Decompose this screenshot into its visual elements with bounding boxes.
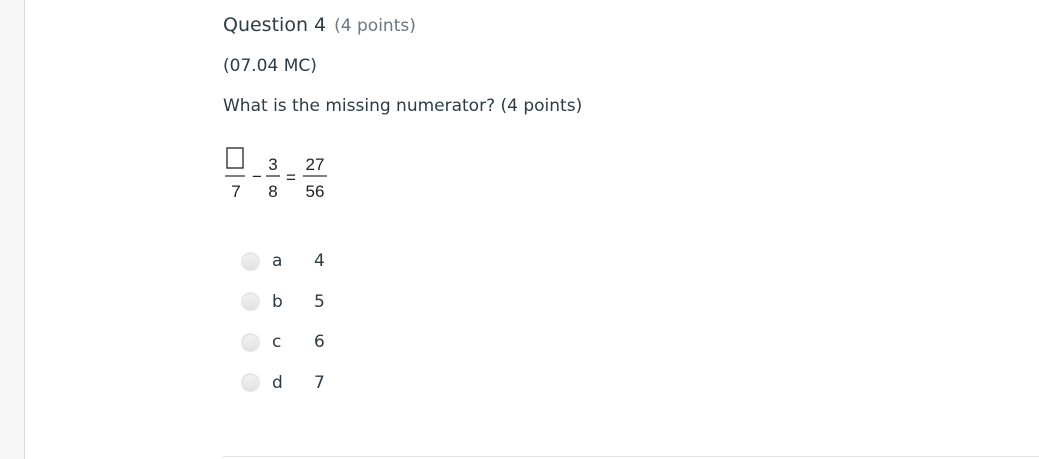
answer-letter: c xyxy=(272,332,282,353)
answer-letter: b xyxy=(272,291,283,312)
answer-list: a 4 b 5 c 6 d 7 xyxy=(241,241,325,403)
left-rail xyxy=(0,0,25,459)
answer-letter: a xyxy=(272,251,283,272)
term1-denominator: 7 xyxy=(231,182,240,201)
radio-button[interactable] xyxy=(241,292,260,312)
term2-denominator: 8 xyxy=(268,182,277,201)
answer-letter: d xyxy=(272,372,283,393)
answer-option-c[interactable]: c 6 xyxy=(241,322,325,363)
radio-button[interactable] xyxy=(241,332,260,352)
question-header: Question 4 (4 points) xyxy=(223,12,1039,39)
result-denominator: 56 xyxy=(306,182,325,201)
result-numerator: 27 xyxy=(306,155,325,174)
answer-option-d[interactable]: d 7 xyxy=(241,363,325,404)
radio-button[interactable] xyxy=(241,251,260,271)
answer-value: 4 xyxy=(314,251,325,272)
answer-value: 7 xyxy=(314,372,325,393)
question-code: (07.04 MC) xyxy=(223,56,317,76)
question-title: Question 4 xyxy=(223,14,327,36)
question-prompt: What is the missing numerator? (4 points… xyxy=(223,96,583,116)
question-divider xyxy=(223,456,1039,457)
minus-operator: − xyxy=(252,167,262,186)
question-points: (4 points) xyxy=(334,16,416,36)
answer-option-b[interactable]: b 5 xyxy=(241,282,325,323)
equals-sign: = xyxy=(286,168,296,187)
answer-value: 6 xyxy=(314,332,325,353)
missing-numerator-box xyxy=(226,147,244,169)
answer-value: 5 xyxy=(314,291,325,312)
term2-numerator: 3 xyxy=(268,155,277,174)
answer-option-a[interactable]: a 4 xyxy=(241,241,325,282)
radio-button[interactable] xyxy=(241,373,260,393)
question-card: Question 4 (4 points) (07.04 MC) What is… xyxy=(223,12,1039,393)
fraction-equation: 7 − 3 8 = 27 56 xyxy=(225,147,327,201)
